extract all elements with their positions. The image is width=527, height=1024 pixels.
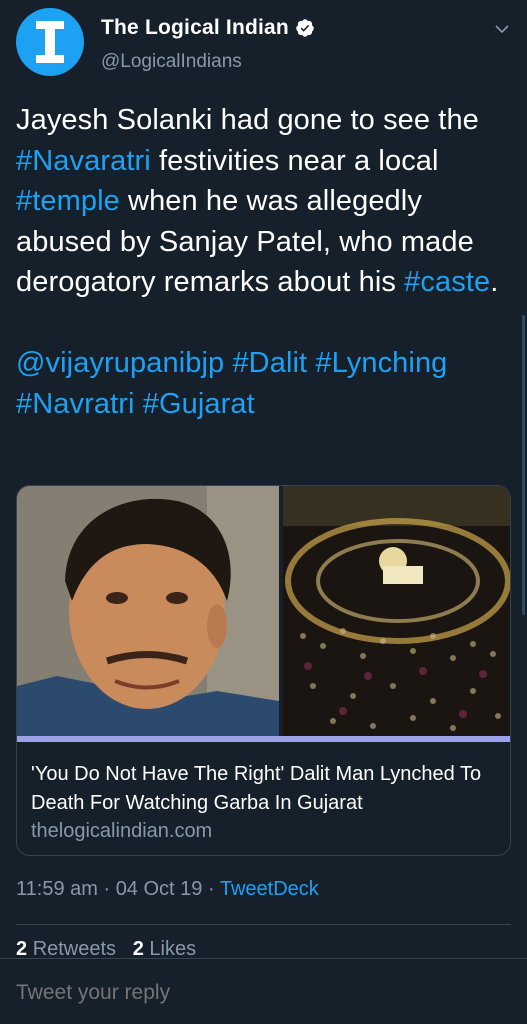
tweet-text-segment: festivities near a local	[150, 144, 439, 177]
account-name[interactable]: The Logical Indian	[101, 16, 289, 40]
hashtag-gujarat[interactable]: #Gujarat	[143, 388, 255, 420]
hashtag-temple[interactable]: #temple	[16, 185, 120, 217]
hashtag-caste[interactable]: #caste	[404, 266, 490, 298]
crowd-image	[283, 486, 510, 736]
tweet-time: 11:59 am	[16, 878, 98, 900]
tweet-source-link[interactable]: TweetDeck	[220, 878, 319, 900]
portrait-image	[17, 486, 279, 736]
link-preview-card[interactable]: 'You Do Not Have The Right' Dalit Man Ly…	[16, 485, 511, 856]
avatar[interactable]	[16, 8, 84, 76]
tweet-date: 04 Oct 19	[115, 878, 203, 900]
likes-stat[interactable]: 2 Likes	[133, 938, 196, 960]
retweets-stat[interactable]: 2 Retweets	[16, 938, 116, 960]
meta-separator: ·	[202, 878, 220, 900]
tweet-text-segment: .	[490, 266, 499, 298]
tweet-text: Jayesh Solanki had gone to see the #Nava…	[16, 100, 511, 424]
tweet-paragraph-2: @vijayrupanibjp #Dalit #Lynching #Navrat…	[16, 343, 511, 424]
divider	[16, 924, 511, 925]
mention-vijayrupanibjp[interactable]: @vijayrupanibjp	[16, 347, 224, 379]
reply-input[interactable]	[16, 981, 496, 1005]
retweets-count: 2	[16, 938, 28, 960]
scrollbar[interactable]	[522, 315, 525, 615]
card-domain[interactable]: thelogicalindian.com	[31, 820, 212, 843]
logical-indian-logo-icon	[36, 21, 64, 63]
chevron-down-icon[interactable]	[493, 20, 511, 38]
meta-separator: ·	[97, 878, 116, 900]
hashtag-navratri[interactable]: #Navratri	[16, 388, 135, 420]
card-title[interactable]: 'You Do Not Have The Right' Dalit Man Ly…	[31, 760, 501, 818]
likes-count: 2	[132, 938, 144, 960]
tweet-header: The Logical Indian @LogicalIndians	[0, 0, 527, 90]
hashtag-navaratri[interactable]: #Navaratri	[16, 145, 151, 177]
card-image-crowd[interactable]	[283, 486, 510, 736]
hashtag-dalit[interactable]: #Dalit	[232, 347, 307, 379]
verified-badge-icon	[296, 19, 314, 37]
retweets-label: Retweets	[32, 938, 117, 960]
reply-bar	[0, 958, 527, 1024]
account-handle[interactable]: @LogicalIndians	[101, 51, 242, 73]
tweet-meta: 11:59 am · 04 Oct 19 · TweetDeck	[16, 878, 319, 901]
likes-label: Likes	[149, 938, 197, 960]
tweet-text-segment: Jayesh Solanki had gone to see the	[16, 104, 479, 136]
hashtag-lynching[interactable]: #Lynching	[315, 347, 447, 379]
card-divider	[17, 736, 510, 742]
card-image-portrait[interactable]	[17, 486, 279, 736]
tweet-paragraph-1: Jayesh Solanki had gone to see the #Nava…	[16, 100, 511, 303]
account-name-row[interactable]: The Logical Indian	[101, 16, 315, 40]
